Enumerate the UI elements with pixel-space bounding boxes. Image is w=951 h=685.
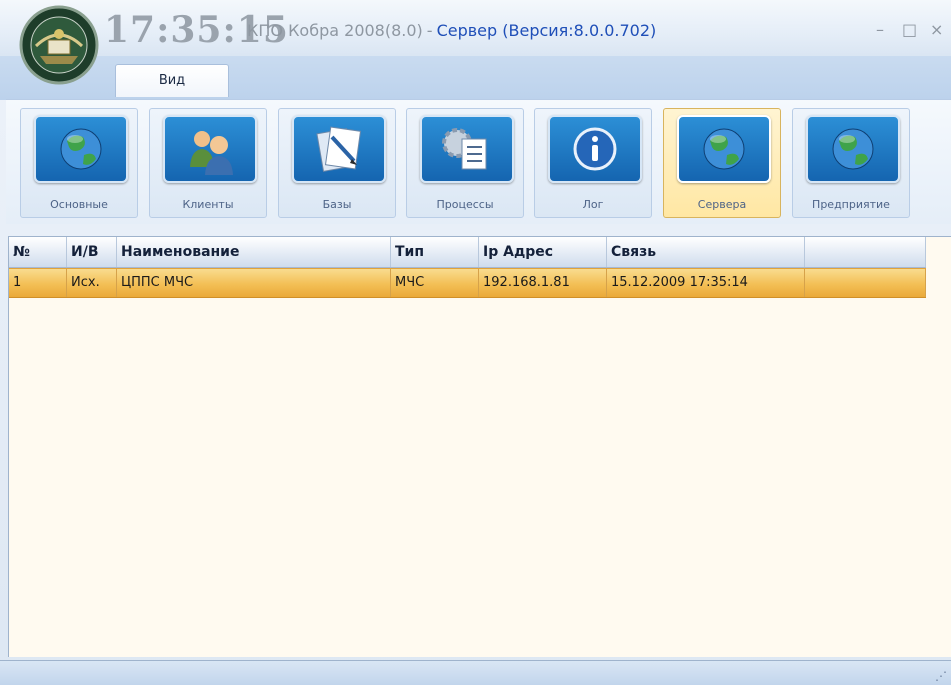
cell-ip: 192.168.1.81 <box>479 269 607 297</box>
ribbon-button-label: Клиенты <box>182 198 234 211</box>
grid-header: № И/В Наименование Тип Ip Адрес Связь <box>9 237 926 268</box>
column-header-name[interactable]: Наименование <box>117 237 391 267</box>
status-bar: ⋰ <box>0 660 951 685</box>
window-title: КПО Кобра 2008(8.0) - Сервер (Версия:8.0.0… <box>247 20 656 42</box>
title-bar[interactable]: 17:35:15 КПО Кобра 2008(8.0) - Сервер (Вер… <box>0 0 951 85</box>
ribbon-button-main[interactable]: Основные <box>20 108 138 218</box>
servers-grid[interactable]: № И/В Наименование Тип Ip Адрес Связь 1 … <box>8 236 951 657</box>
ribbon-button-enterprise[interactable]: Предприятие <box>792 108 910 218</box>
cell-type: МЧС <box>391 269 479 297</box>
app-name: КПО Кобра 2008(8.0) <box>247 21 423 40</box>
column-header-number[interactable]: № <box>9 237 67 267</box>
ribbon-panel: Основные Клиенты Базы Процессы Лог Серве… <box>6 99 951 224</box>
minimize-button[interactable]: – <box>876 20 884 40</box>
ribbon-button-label: Базы <box>322 198 352 211</box>
ribbon-button-servers[interactable]: Сервера <box>663 108 781 218</box>
emblem-logo-icon <box>19 5 99 85</box>
cell-direction: Исх. <box>67 269 117 297</box>
globe-icon <box>677 115 771 183</box>
ribbon-button-label: Основные <box>50 198 108 211</box>
column-header-ip[interactable]: Ip Адрес <box>479 237 607 267</box>
ribbon-button-databases[interactable]: Базы <box>278 108 396 218</box>
info-icon <box>548 115 642 183</box>
ribbon-button-label: Процессы <box>436 198 494 211</box>
maximize-button[interactable]: □ <box>902 20 917 40</box>
ribbon-button-log[interactable]: Лог <box>534 108 652 218</box>
cell-link: 15.12.2009 17:35:14 <box>607 269 805 297</box>
column-header-type[interactable]: Тип <box>391 237 479 267</box>
table-row[interactable]: 1 Исх. ЦППС МЧС МЧС 192.168.1.81 15.12.2… <box>9 268 926 298</box>
ribbon-button-processes[interactable]: Процессы <box>406 108 524 218</box>
title-separator: - <box>426 21 433 40</box>
users-icon <box>163 115 257 183</box>
cell-extra <box>805 269 926 297</box>
tab-view[interactable]: Вид <box>115 64 229 97</box>
globe-icon <box>34 115 128 183</box>
app-window: 17:35:15 КПО Кобра 2008(8.0) - Сервер (Вер… <box>0 0 951 685</box>
globe-icon <box>806 115 900 183</box>
column-header-link[interactable]: Связь <box>607 237 805 267</box>
documents-icon <box>292 115 386 183</box>
ribbon-tab-row: Вид <box>0 56 951 100</box>
ribbon-button-clients[interactable]: Клиенты <box>149 108 267 218</box>
close-button[interactable]: × <box>930 20 943 40</box>
resize-grip-icon[interactable]: ⋰ <box>935 669 947 683</box>
ribbon-button-label: Предприятие <box>812 198 890 211</box>
ribbon-button-label: Сервера <box>697 198 747 211</box>
cell-number: 1 <box>9 269 67 297</box>
process-icon <box>420 115 514 183</box>
server-version: Сервер (Версия:8.0.0.702) <box>436 21 657 40</box>
cell-name: ЦППС МЧС <box>117 269 391 297</box>
ribbon-button-label: Лог <box>582 198 604 211</box>
column-header-direction[interactable]: И/В <box>67 237 117 267</box>
column-header-extra[interactable] <box>805 237 926 267</box>
